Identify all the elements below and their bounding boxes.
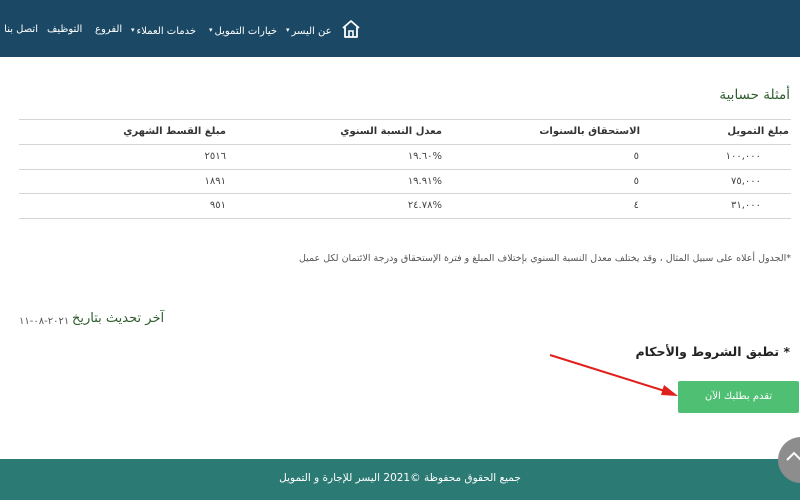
calculation-examples-table: مبلغ التمويل الاستحقاق بالسنوات معدل الن… xyxy=(19,119,791,219)
cell-years: ٥ xyxy=(633,175,639,187)
table-footnote: *الجدول أعلاه على سبيل المثال ، وقد يختل… xyxy=(298,253,791,264)
table-row: ٣١,٠٠٠ ٤ ٢٤.٧٨% ٩٥١ xyxy=(19,194,791,219)
cell-installment: ٢٥١٦ xyxy=(204,151,226,162)
last-update-date: ٢٠٢١-٠٨-١١ xyxy=(19,316,70,327)
nav-item-branches-label: الفروع xyxy=(95,24,123,35)
apply-now-button[interactable]: تقدم بطلبك الآن xyxy=(678,381,799,413)
header-rate: معدل النسبة السنوي xyxy=(340,126,442,137)
cell-rate: ٢٤.٧٨% xyxy=(407,200,442,211)
nav-item-contact-label: اتصل بنا xyxy=(4,24,38,35)
nav-item-financing-options-label: خيارات التمويل xyxy=(214,26,278,37)
nav-item-careers-label: التوظيف xyxy=(47,24,83,35)
nav-item-about-label: عن اليسر xyxy=(291,26,332,37)
table-row: ٧٥,٠٠٠ ٥ ١٩.٩١% ١٨٩١ xyxy=(19,170,791,194)
cell-rate: ١٩.٦٠% xyxy=(407,151,442,162)
table-row: ١٠٠,٠٠٠ ٥ ١٩.٦٠% ٢٥١٦ xyxy=(19,145,791,170)
nav-item-customer-services[interactable]: ▾ خدمات العملاء xyxy=(131,0,196,57)
cell-amount: ١٠٠,٠٠٠ xyxy=(725,151,761,162)
nav-item-careers[interactable]: التوظيف xyxy=(47,0,82,57)
cell-amount: ٧٥,٠٠٠ xyxy=(730,175,761,187)
cell-years: ٤ xyxy=(633,200,639,211)
footer-copyright: جميع الحقوق محفوظة ©2021 اليسر للإجارة و… xyxy=(279,472,521,484)
header-years: الاستحقاق بالسنوات xyxy=(539,126,640,137)
annotation-arrow-icon xyxy=(549,354,678,396)
cell-installment: ٩٥١ xyxy=(209,200,226,211)
chevron-up-icon xyxy=(786,451,800,461)
footer: جميع الحقوق محفوظة ©2021 اليسر للإجارة و… xyxy=(0,459,800,500)
cell-rate: ١٩.٩١% xyxy=(407,175,442,187)
table-header-row: مبلغ التمويل الاستحقاق بالسنوات معدل الن… xyxy=(19,120,791,145)
cell-installment: ١٨٩١ xyxy=(204,175,226,187)
cell-years: ٥ xyxy=(633,151,639,162)
nav-item-about[interactable]: ▾ عن اليسر xyxy=(286,0,332,57)
header-amount: مبلغ التمويل xyxy=(727,126,789,137)
top-navbar: ▾ عن اليسر ▾ خيارات التمويل ▾ خدمات العملاء… xyxy=(0,0,800,57)
nav-item-branches[interactable]: الفروع xyxy=(95,0,122,57)
nav-item-financing-options[interactable]: ▾ خيارات التمويل xyxy=(209,0,277,57)
nav-item-contact[interactable]: اتصل بنا xyxy=(0,0,38,57)
last-update-label: آخر تحديث بتاريخ xyxy=(72,311,165,326)
nav-item-customer-services-label: خدمات العملاء xyxy=(136,26,197,37)
header-installment: مبلغ القسط الشهري xyxy=(123,126,226,137)
home-icon[interactable] xyxy=(341,19,361,39)
section-heading: أمثلة حسابية xyxy=(719,87,790,103)
cell-amount: ٣١,٠٠٠ xyxy=(730,200,761,211)
